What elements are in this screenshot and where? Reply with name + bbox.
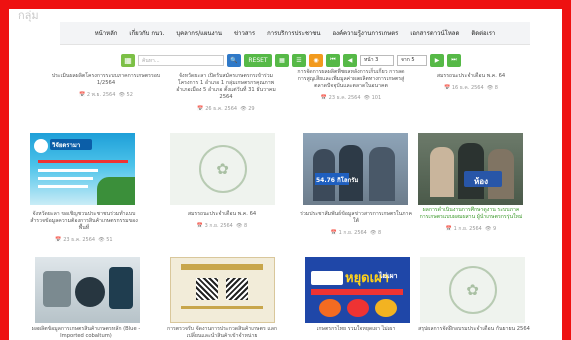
nav-home[interactable]: หน้าหลัก	[95, 28, 118, 38]
nav-public-service[interactable]: การบริการประชาชน	[267, 28, 320, 38]
card-views: 8	[244, 223, 248, 229]
poster-subtitle: ไม่เผา	[379, 272, 398, 280]
news-card[interactable]: ผลผลิตข้อมูลการเกษตรสินค้าเกษตรหลัก (Blu…	[30, 326, 142, 340]
logo-icon	[34, 139, 48, 153]
card-title[interactable]: ผลการดำเนินงานการศึกษาดูงาน ระบบภาคการเก…	[415, 207, 527, 221]
news-card[interactable]: ร่วมประชาสัมพันธ์ข้อมูลข่าวสารการเกษตรใน…	[300, 211, 412, 237]
card-meta: 📅 1 ก.ย. 2564 👁 9	[445, 226, 497, 232]
list-view-icon[interactable]: ☰	[292, 53, 306, 67]
nav-contact[interactable]: ติดต่อเรา	[471, 28, 495, 38]
news-card[interactable]: สมรรถนะประจำเดือน พ.ค. 64 📅 3 ก.ย. 2564 …	[166, 211, 278, 230]
main-nav: หน้าหลัก เกี่ยวกับ กนว. บุคลากร/แผนงาน ข…	[60, 22, 530, 45]
news-card[interactable]: สรุปผลการจัดฝึกอบรมประจำเดือน กันยายน 25…	[418, 326, 530, 333]
first-page-icon[interactable]: ⏮	[326, 53, 340, 67]
nav-news[interactable]: ข่าวสาร	[234, 28, 255, 38]
qr-code-icon[interactable]	[226, 278, 248, 300]
nav-downloads[interactable]: เอกสารดาวน์โหลด	[410, 28, 459, 38]
card-title[interactable]: การตรวจรับ จัดงานการประกวดสินค้าเกษตร แล…	[166, 326, 278, 340]
nav-knowledge[interactable]: องค์ความรู้งานการเกษตร	[332, 28, 398, 38]
card-title[interactable]: สรุปผลการจัดฝึกอบรมประจำเดือน กันยายน 25…	[418, 326, 530, 333]
card-thumbnail-image[interactable]: 54.76 กิโลกรัม	[303, 133, 408, 205]
card-thumbnail-image[interactable]	[35, 257, 140, 323]
card-meta: 📅 2 พ.ย. 2564 👁 52	[79, 92, 133, 98]
card-date: 1 ก.ย. 2564	[453, 226, 482, 232]
card-date: 3 ก.ย. 2564	[204, 223, 233, 229]
last-page-icon[interactable]: ⏭	[447, 53, 461, 67]
card-views: 51	[106, 237, 113, 243]
search-icon[interactable]: 🔍	[227, 53, 241, 67]
nav-about[interactable]: เกี่ยวกับ กนว.	[129, 28, 164, 38]
card-title[interactable]: จังหวัดยะลา ขอเชิญชวนประชาชนร่วมทำแบบสำร…	[28, 211, 140, 232]
card-thumbnail-image[interactable]: ✿	[170, 133, 275, 205]
card-date: 1 ก.ย. 2564	[338, 230, 367, 236]
card-title[interactable]: เกษตรกรไทย รวมใจหยุดเผา ไม่เผา	[300, 326, 412, 333]
news-card[interactable]: ประเมินผลผลิตโครงการระบบภาคการเกษตรรอบ 1…	[50, 73, 162, 99]
card-thumbnail-image[interactable]: ✿	[420, 257, 525, 323]
card-title[interactable]: สมรรถนะประจำเดือน พ.ค. 64	[415, 73, 527, 80]
thumbnail-badge-text: วิจัยดรามา	[52, 142, 81, 149]
card-thumbnail-image[interactable]	[170, 257, 275, 323]
header-partial-text: กลุ่ม	[18, 9, 39, 22]
card-title[interactable]: ประเมินผลผลิตโครงการระบบภาคการเกษตรรอบ 1…	[50, 73, 162, 87]
agency-seal-icon: ✿	[448, 266, 497, 314]
card-views: 8	[494, 85, 498, 91]
calendar-icon[interactable]: ▦	[121, 53, 135, 67]
news-card[interactable]: การจัดการผลผลิตพืชผลหลังการเก็บเกี่ยว กา…	[295, 69, 407, 102]
card-title[interactable]: ผลผลิตข้อมูลการเกษตรสินค้าเกษตรหลัก (Blu…	[30, 326, 142, 340]
news-card[interactable]: ผลการดำเนินงานการศึกษาดูงาน ระบบภาคการเก…	[415, 207, 527, 233]
agency-seal-icon: ✿	[198, 145, 247, 193]
search-input[interactable]: ค้นหา...	[138, 54, 224, 66]
card-meta: 📅 23 ธ.ค. 2564 👁 101	[320, 95, 382, 101]
card-meta: 📅 3 ก.ย. 2564 👁 8	[196, 223, 248, 229]
prev-page-icon[interactable]: ◀	[343, 53, 357, 67]
news-card[interactable]: เกษตรกรไทย รวมใจหยุดเผา ไม่เผา	[300, 326, 412, 333]
rss-icon[interactable]: ◉	[309, 53, 323, 67]
card-thumbnail-image[interactable]: ห้อง	[418, 133, 523, 205]
card-views: 8	[378, 230, 382, 236]
news-card[interactable]: การตรวจรับ จัดงานการประกวดสินค้าเกษตร แล…	[166, 326, 278, 340]
qr-code-icon[interactable]	[196, 278, 218, 300]
grid-view-icon[interactable]: ▦	[275, 53, 289, 67]
gallery-toolbar: ▦ ค้นหา... 🔍 RESET ▦ ☰ ◉ ⏮ ◀ หน้า 3 จาก …	[121, 53, 461, 67]
page-total: จาก 5	[397, 54, 427, 66]
card-date: 23 ธ.ค. 2564	[328, 95, 361, 101]
card-date: 2 พ.ย. 2564	[86, 92, 116, 98]
card-meta: 📅 23 ธ.ค. 2564 👁 51	[55, 237, 113, 243]
card-date: 16 ธ.ค. 2564	[451, 85, 484, 91]
card-views: 29	[248, 106, 255, 112]
thumbnail-badge-text: ห้อง	[474, 177, 488, 186]
news-card[interactable]: สมรรถนะประจำเดือน พ.ค. 64 📅 16 ธ.ค. 2564…	[415, 73, 527, 92]
card-views: 9	[493, 226, 497, 232]
card-title[interactable]: ร่วมประชาสัมพันธ์ข้อมูลข่าวสารการเกษตรใน…	[300, 211, 412, 225]
thumbnail-badge-text: 54.76 กิโลกรัม	[316, 177, 359, 184]
card-meta: 📅 16 ธ.ค. 2564 👁 8	[444, 85, 498, 91]
card-title[interactable]: จังหวัดยะลา เปิดรับสมัครเกษตรกรเข้าร่วมโ…	[170, 73, 282, 101]
next-page-icon[interactable]: ▶	[430, 53, 444, 67]
card-thumbnail-image[interactable]: วิจัยดรามา	[30, 133, 135, 205]
card-meta: 📅 1 ก.ย. 2564 👁 8	[330, 230, 382, 236]
card-views: 101	[371, 95, 382, 101]
reset-button[interactable]: RESET	[244, 53, 272, 67]
card-title[interactable]: การจัดการผลผลิตพืชผลหลังการเก็บเกี่ยว กา…	[295, 69, 407, 90]
news-card[interactable]: จังหวัดยะลา ขอเชิญชวนประชาชนร่วมทำแบบสำร…	[28, 211, 140, 244]
news-card[interactable]: จังหวัดยะลา เปิดรับสมัครเกษตรกรเข้าร่วมโ…	[170, 73, 282, 113]
nav-personnel[interactable]: บุคลากร/แผนงาน	[176, 28, 222, 38]
card-date: 26 ธ.ค. 2564	[205, 106, 238, 112]
card-views: 52	[126, 92, 133, 98]
card-thumbnail-image[interactable]: หยุดเผา ไม่เผา	[305, 257, 410, 323]
card-meta: 📅 26 ธ.ค. 2564 👁 29	[197, 106, 255, 112]
card-title[interactable]: สมรรถนะประจำเดือน พ.ค. 64	[166, 211, 278, 218]
card-date: 23 ธ.ค. 2564	[63, 237, 96, 243]
page-select[interactable]: หน้า 3	[360, 54, 394, 66]
